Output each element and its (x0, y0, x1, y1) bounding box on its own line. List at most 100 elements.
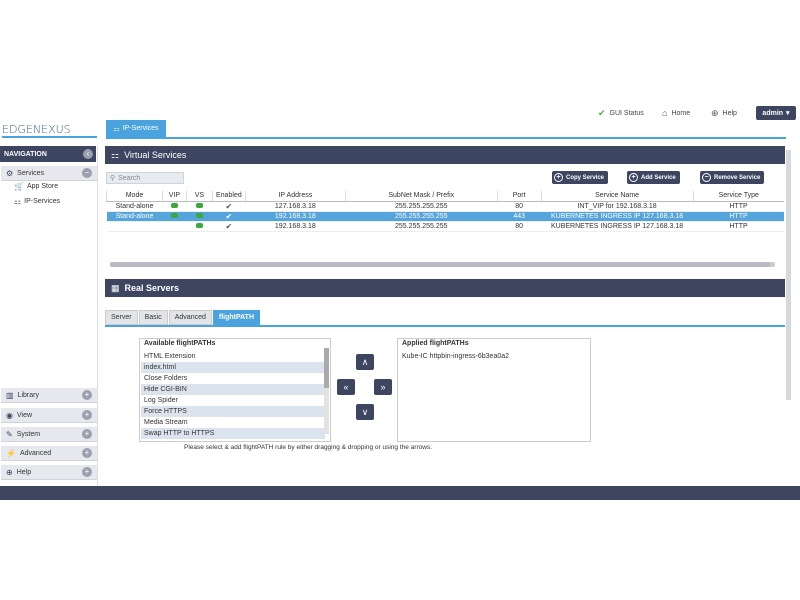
ip-cell: 192.168.3.18 (245, 211, 346, 222)
vs-status-icon (195, 203, 203, 209)
move-down-button[interactable]: ∨ (356, 404, 374, 420)
list-item[interactable]: Swap HTTP to HTTPS (141, 428, 325, 439)
sitemap-icon: ⚏ (14, 197, 22, 206)
vip-status-icon (170, 203, 178, 209)
list-item[interactable]: Media Stream (141, 417, 325, 428)
list-item[interactable]: Close Folders (141, 373, 325, 384)
real-servers-title: Real Servers (124, 283, 180, 293)
home-label: Home (671, 109, 691, 117)
sidebar: NAVIGATION ‹ ⚙ Services − 🛒 App Store ⚏ … (0, 146, 98, 486)
collapse-services-icon[interactable]: − (82, 168, 92, 178)
enabled-checkbox[interactable]: ✔ (226, 202, 233, 211)
footer-bar (0, 486, 800, 500)
add-service-button[interactable]: + Add Service (627, 171, 680, 184)
tab-basic[interactable]: Basic (138, 310, 168, 325)
service-type-cell: HTTP (693, 221, 784, 232)
search-placeholder: Search (118, 174, 141, 182)
service-name-cell: KUBERNETES INGRESS IP 127.168.3.18 (541, 221, 694, 232)
expand-help-icon[interactable]: + (82, 467, 92, 477)
virtual-services-table: Mode VIP VS Enabled IP Address SubNet Ma… (106, 191, 784, 232)
help-label: Help (722, 110, 737, 117)
table-row-selected[interactable]: Stand-alone ✔ 192.168.3.18 255.255.255.2… (106, 211, 784, 222)
home-link[interactable]: ⌂ Home (662, 108, 690, 118)
table-row[interactable]: ✔ 192.168.3.18 255.255.255.255 80 KUBERN… (106, 221, 784, 232)
enabled-checkbox[interactable]: ✔ (226, 222, 233, 231)
col-port[interactable]: Port (496, 191, 542, 202)
col-ip-address[interactable]: IP Address (244, 191, 346, 202)
server-icon: ▦ (111, 282, 120, 293)
table-row[interactable]: Stand-alone ✔ 127.168.3.18 255.255.255.2… (106, 201, 784, 212)
list-item[interactable]: index.html (141, 362, 325, 373)
globe-icon: ⊕ (711, 108, 719, 118)
expand-library-icon[interactable]: + (82, 390, 92, 400)
admin-label: admin (762, 109, 784, 117)
plus-circle-icon: + (554, 173, 563, 182)
gui-status-link[interactable]: ✔ GUI Status (598, 108, 644, 119)
list-item[interactable]: Force HTTPS (141, 406, 325, 417)
mask-cell: 255.255.255.255 (345, 211, 498, 222)
move-right-button[interactable]: » (374, 379, 392, 395)
app-root: ✔ GUI Status ⌂ Home ⊕ Help admin ▾ EDGEN… (0, 0, 800, 600)
list-item[interactable]: Kube-IC httpbin-ingress-6b3ea0a2 (399, 351, 589, 362)
scrollbar-thumb[interactable] (324, 348, 329, 388)
sidebar-item-ip-services[interactable]: ⚏ IP-Services (14, 197, 60, 206)
applied-flightpaths-title: Applied flightPATHs (402, 340, 469, 347)
col-service-type[interactable]: Service Type (692, 191, 784, 202)
service-type-cell: HTTP (693, 201, 784, 212)
double-chevron-left-icon: « (343, 382, 349, 392)
enabled-checkbox[interactable]: ✔ (226, 212, 233, 221)
col-service-name[interactable]: Service Name (540, 191, 694, 202)
tab-advanced[interactable]: Advanced (168, 310, 212, 325)
move-left-button[interactable]: « (337, 379, 355, 395)
sidebar-item-app-store[interactable]: 🛒 App Store (14, 182, 58, 191)
virtual-services-header: ⚏ Virtual Services (105, 146, 785, 164)
admin-menu-button[interactable]: admin ▾ (756, 106, 796, 120)
col-subnet-mask[interactable]: SubNet Mask / Prefix (344, 191, 498, 202)
caret-down-icon: ▾ (786, 110, 790, 117)
tab-server[interactable]: Server (105, 310, 138, 325)
globe-icon: ⊕ (6, 467, 13, 477)
remove-service-button[interactable]: − Remove Service (700, 171, 765, 184)
navigation-header: NAVIGATION (0, 146, 96, 162)
expand-advanced-icon[interactable]: + (82, 448, 92, 458)
expand-system-icon[interactable]: + (82, 429, 92, 439)
service-name-cell: KUBERNETES INGRESS IP 127.168.3.18 (541, 211, 694, 222)
col-vs[interactable]: VS (185, 191, 213, 202)
col-enabled[interactable]: Enabled (211, 191, 246, 202)
mask-cell: 255.255.255.255 (345, 201, 498, 212)
check-circle-icon: ✔ (598, 108, 606, 118)
books-icon: ▥ (6, 390, 14, 400)
available-list-scrollbar[interactable] (324, 348, 329, 434)
mask-cell: 255.255.255.255 (345, 221, 498, 232)
plus-circle-icon: + (629, 173, 638, 182)
list-item[interactable]: Hide CGI-BIN (141, 384, 325, 395)
available-flightpaths-list[interactable]: Available flightPATHs HTML Extension ind… (139, 338, 331, 442)
list-item[interactable]: Log Spider (141, 395, 325, 406)
page-vertical-scrollbar[interactable] (786, 150, 791, 400)
help-link[interactable]: ⊕ Help (711, 108, 737, 119)
tab-flightpath[interactable]: flightPATH (212, 310, 261, 325)
applied-flightpaths-list[interactable]: Applied flightPATHs Kube-IC httpbin-ingr… (397, 338, 591, 442)
ip-cell: 127.168.3.18 (245, 201, 346, 212)
home-icon: ⌂ (662, 108, 668, 118)
scrollbar-thumb[interactable] (110, 262, 770, 267)
col-mode[interactable]: Mode (106, 191, 163, 202)
move-up-button[interactable]: ∧ (356, 354, 374, 370)
mode-cell: Stand-alone (106, 201, 163, 212)
expand-view-icon[interactable]: + (82, 410, 92, 420)
copy-service-button[interactable]: + Copy Service (552, 171, 609, 184)
search-input[interactable]: ⚲ Search (106, 172, 184, 184)
collapse-nav-icon[interactable]: ‹ (83, 149, 93, 159)
col-vip[interactable]: VIP (161, 191, 187, 202)
mode-cell (106, 221, 163, 232)
table-horizontal-scrollbar[interactable] (110, 262, 775, 267)
logo: EDGENEXUS (2, 122, 97, 138)
vip-status-icon (170, 213, 178, 219)
subtab-underline (105, 325, 785, 327)
port-cell: 443 (497, 211, 542, 222)
tab-ip-services[interactable]: ⚏ IP-Services (106, 120, 166, 137)
chevron-down-icon: ∨ (361, 406, 369, 417)
chevron-up-icon: ∧ (361, 356, 369, 367)
list-item[interactable]: HTML Extension (141, 351, 325, 362)
cart-icon: 🛒 (14, 182, 24, 191)
